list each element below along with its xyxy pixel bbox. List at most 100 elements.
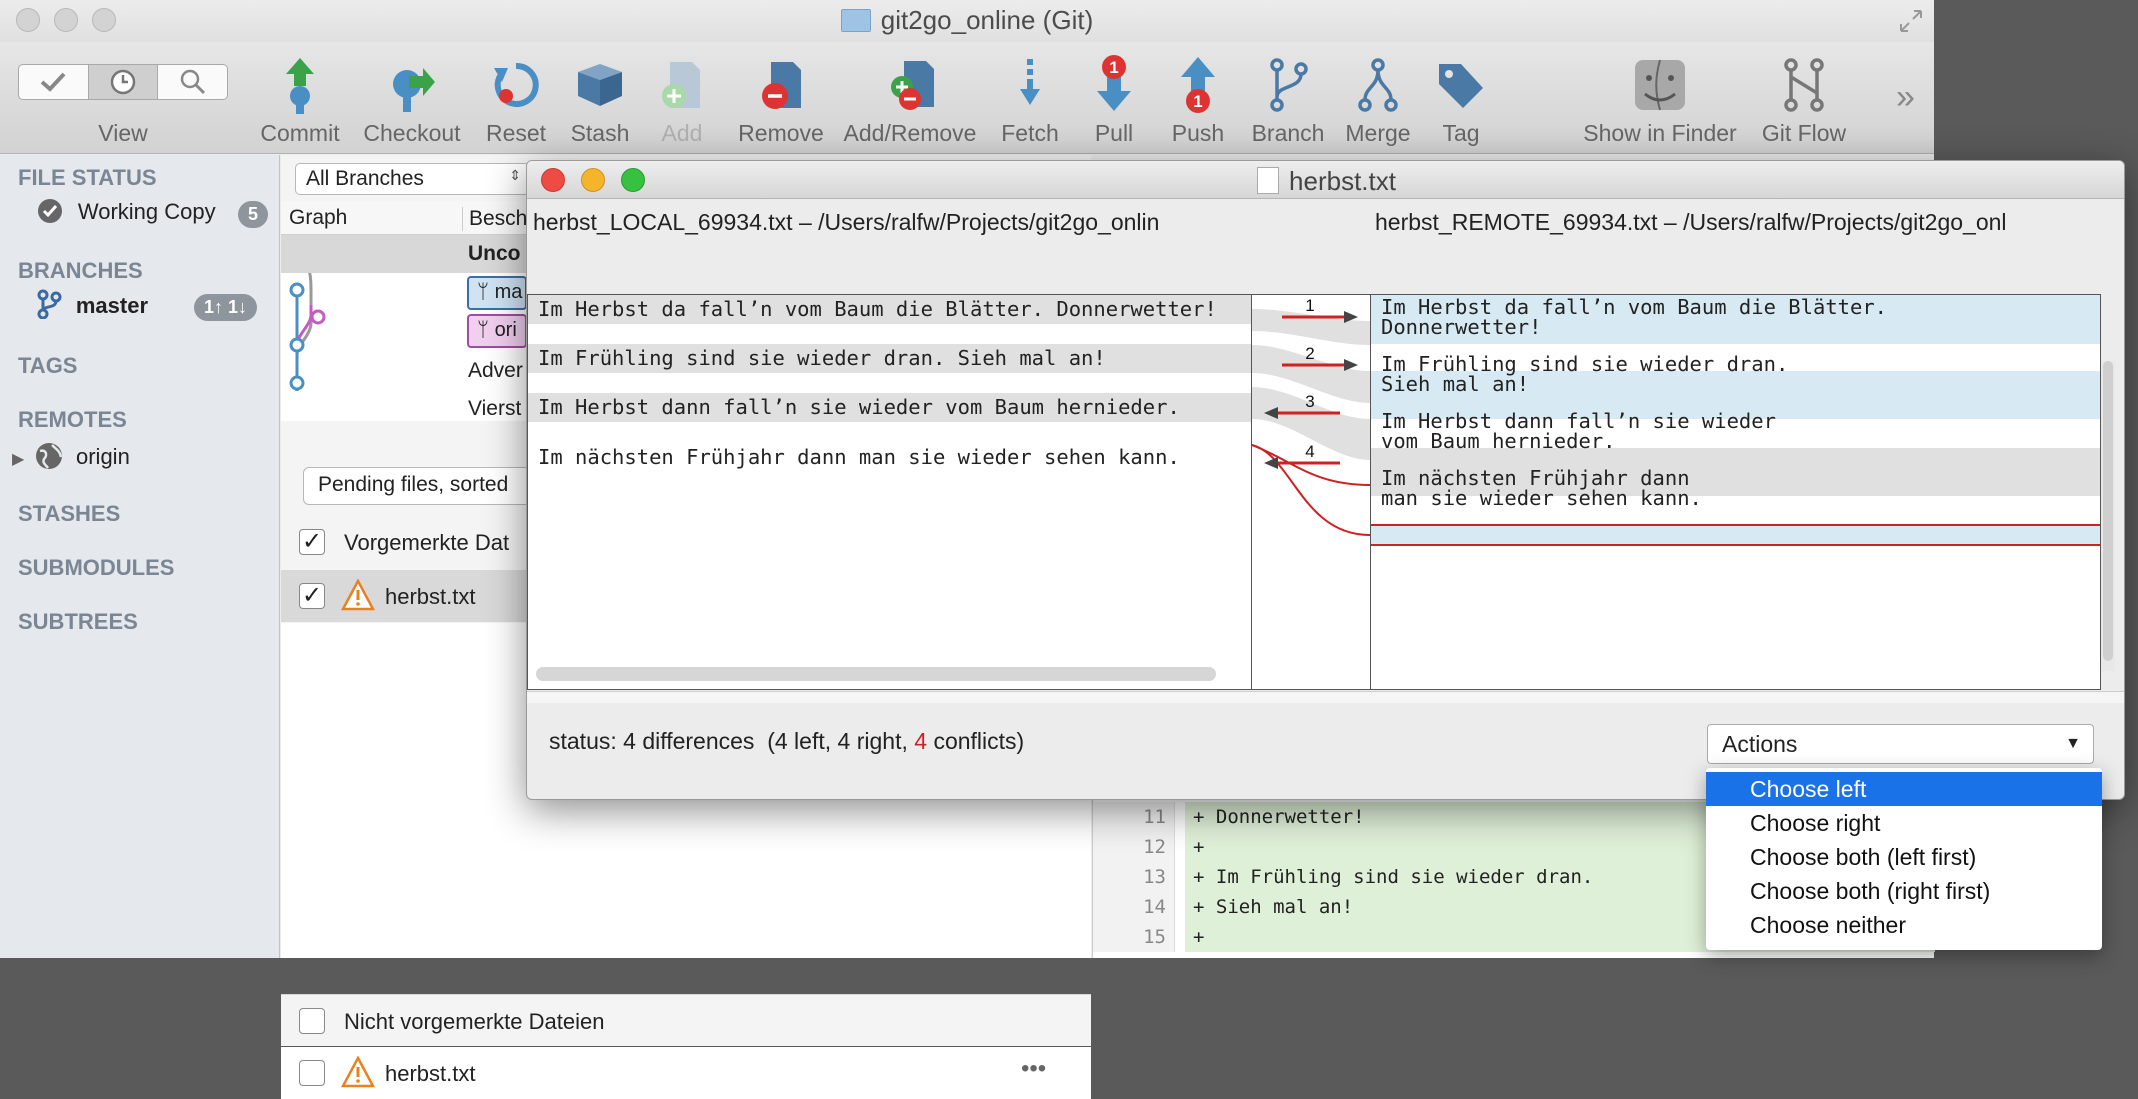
left-file-path: herbst_LOCAL_69934.txt – /Users/ralfw/Pr…	[533, 209, 1160, 235]
view-segmented-control[interactable]	[18, 64, 228, 100]
stash-icon	[578, 64, 622, 106]
checkmark-icon	[41, 72, 66, 92]
branch-filter-select[interactable]: All Branches ⇕	[295, 163, 530, 195]
add-icon	[662, 62, 700, 108]
add-button[interactable]: Add	[650, 56, 714, 147]
horizontal-scrollbar[interactable]	[536, 667, 1216, 681]
unstaged-checkbox[interactable]	[299, 1008, 325, 1034]
push-icon: 1	[1181, 57, 1215, 113]
add-remove-icon	[891, 61, 934, 110]
right-file-path: herbst_REMOTE_69934.txt – /Users/ralfw/P…	[1375, 209, 2007, 235]
show-in-finder-button[interactable]: Show in Finder	[1576, 56, 1744, 147]
remove-icon	[762, 62, 801, 109]
branches-header: BRANCHES	[18, 258, 143, 283]
branch-button[interactable]: Branch	[1246, 56, 1330, 147]
folder-icon	[840, 9, 871, 32]
actions-menu: Choose left Choose right Choose both (le…	[1706, 768, 2102, 950]
staged-checkbox[interactable]: ✓	[299, 529, 325, 555]
branch-icon	[37, 289, 62, 320]
fullscreen-icon[interactable]	[1898, 8, 1924, 40]
actions-dropdown[interactable]: Actions ▼	[1707, 724, 2094, 764]
fetch-icon	[1020, 59, 1040, 105]
menu-item-choose-neither[interactable]: Choose neither	[1706, 908, 2102, 942]
description-column-header[interactable]: Besch	[462, 207, 527, 231]
branch-tag-origin[interactable]: ᛘ ori	[467, 314, 527, 348]
checkout-button[interactable]: Checkout	[360, 56, 464, 147]
left-line-4: Im nächsten Frühjahr dann man sie wieder…	[538, 445, 1180, 469]
globe-icon	[36, 443, 63, 469]
push-button[interactable]: 1 Push	[1166, 56, 1230, 147]
search-view-button[interactable]	[158, 65, 227, 99]
document-icon	[1257, 167, 1280, 194]
push-badge: 1	[1193, 92, 1202, 111]
remotes-header: REMOTES	[18, 407, 127, 432]
right-file-pane[interactable]: Im Herbst da fall’n vom Baum die Blätter…	[1370, 294, 2101, 690]
diff-number: 2	[1305, 344, 1314, 363]
remote-origin-item[interactable]: ▶ origin	[12, 441, 130, 471]
toolbar: View Commit Checkout Reset Stash Add Rem…	[0, 42, 1934, 154]
pull-button[interactable]: 1 Pull	[1082, 55, 1146, 147]
tag-button[interactable]: Tag	[1424, 56, 1498, 147]
stashes-header: STASHES	[18, 501, 121, 526]
merge-title-bar: herbst.txt	[527, 161, 2124, 199]
add-remove-button[interactable]: Add/Remove	[840, 56, 980, 147]
right-line-4: Sieh mal an!	[1381, 372, 1530, 396]
unstaged-files-header[interactable]: Nicht vorgemerkte Dateien	[281, 994, 1091, 1046]
finder-icon	[1635, 59, 1685, 111]
graph-column-header[interactable]: Graph	[289, 206, 347, 229]
pull-icon: 1	[1097, 55, 1131, 111]
pull-badge: 1	[1109, 58, 1118, 77]
toolbar-overflow-button[interactable]: »	[1896, 78, 1915, 117]
file-checkbox[interactable]	[299, 1060, 325, 1086]
menu-item-choose-both-right-first[interactable]: Choose both (right first)	[1706, 874, 2102, 908]
submodules-header: SUBMODULES	[18, 555, 175, 580]
disclosure-triangle-icon[interactable]: ▶	[12, 451, 24, 468]
commit-icon	[286, 58, 314, 114]
window-title: git2go_online (Git)	[0, 5, 1934, 36]
tag-icon	[1439, 64, 1483, 108]
history-view-button[interactable]	[88, 65, 159, 99]
branch-icon	[1270, 58, 1308, 112]
git-flow-icon	[1784, 58, 1824, 112]
left-line-1: Im Herbst da fall’n vom Baum die Blätter…	[528, 295, 1251, 324]
menu-item-choose-both-left-first[interactable]: Choose both (left first)	[1706, 840, 2102, 874]
branch-master-item[interactable]: master	[36, 289, 148, 320]
working-copy-item[interactable]: Working Copy	[36, 197, 216, 225]
fetch-button[interactable]: Fetch	[998, 56, 1062, 147]
file-status-view-button[interactable]	[19, 65, 89, 99]
warning-icon	[341, 1056, 375, 1088]
sidebar: FILE STATUS Working Copy 5 BRANCHES mast…	[0, 155, 280, 958]
menu-item-choose-left[interactable]: Choose left	[1706, 772, 2102, 806]
check-circle-icon	[38, 199, 62, 223]
warning-icon	[341, 579, 375, 611]
vertical-scrollbar[interactable]	[2101, 361, 2115, 671]
git-flow-button[interactable]: Git Flow	[1754, 56, 1854, 147]
branch-tag-master[interactable]: ᛘ ma	[467, 276, 527, 310]
commit-button[interactable]: Commit	[256, 56, 344, 147]
chevron-down-icon: ▼	[2065, 735, 2081, 752]
view-label: View	[98, 120, 148, 146]
unstaged-file-row[interactable]: herbst.txt •••	[281, 1047, 1091, 1099]
tags-header: TAGS	[18, 353, 78, 378]
diff-number: 3	[1305, 392, 1314, 411]
stash-button[interactable]: Stash	[568, 56, 632, 147]
diff-connectors: 1 2 3 4	[1251, 296, 1371, 536]
merge-status: status: 4 differences (4 left, 4 right, …	[549, 728, 1025, 754]
master-ahead-behind-badge: 1↑ 1↓	[194, 294, 258, 321]
file-status-header: FILE STATUS	[18, 165, 157, 190]
file-checkbox[interactable]: ✓	[299, 583, 325, 609]
right-line-6: vom Baum hernieder.	[1381, 429, 1616, 453]
right-line-2: Donnerwetter!	[1381, 315, 1542, 339]
left-line-3: Im Herbst dann fall’n sie wieder vom Bau…	[528, 393, 1251, 422]
left-file-pane[interactable]: Im Herbst da fall’n vom Baum die Blätter…	[527, 294, 1252, 690]
merge-button[interactable]: Merge	[1336, 56, 1420, 147]
merge-tool-window: herbst.txt herbst_LOCAL_69934.txt – /Use…	[526, 160, 2125, 800]
reset-button[interactable]: Reset	[484, 56, 548, 147]
working-copy-count-badge: 5	[238, 201, 269, 228]
diff-number: 4	[1305, 442, 1314, 461]
clock-icon	[110, 69, 136, 95]
remove-button[interactable]: Remove	[736, 56, 826, 147]
menu-item-choose-right[interactable]: Choose right	[1706, 806, 2102, 840]
splitter-handle[interactable]	[527, 691, 2124, 703]
more-options-button[interactable]: •••	[1021, 1055, 1046, 1083]
